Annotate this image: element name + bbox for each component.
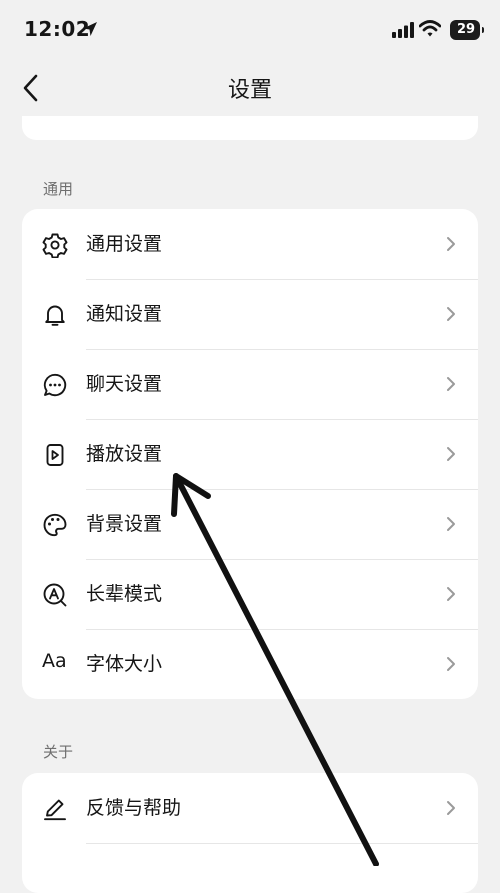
general-settings-card: 通用设置 通知设置 聊天设置 播放设置 背景设置 长辈模式 Aa 字体大小 xyxy=(22,209,478,699)
chevron-right-icon xyxy=(447,587,455,601)
chevron-right-icon xyxy=(447,377,455,391)
palette-icon xyxy=(43,513,67,537)
settings-item-elder-mode[interactable]: 长辈模式 xyxy=(22,559,478,629)
settings-item-label: 背景设置 xyxy=(86,513,163,535)
chevron-right-icon xyxy=(447,801,455,815)
bell-icon xyxy=(45,305,65,326)
settings-item-general[interactable]: 通用设置 xyxy=(22,209,478,279)
status-bar: 12:02 29 xyxy=(0,0,500,60)
settings-item-label: 长辈模式 xyxy=(86,583,163,605)
navigation-bar: 设置 xyxy=(0,60,500,116)
settings-item-label: 聊天设置 xyxy=(86,373,163,395)
previous-card-bottom xyxy=(22,116,478,140)
edit-pen-icon xyxy=(44,799,66,821)
settings-item-label: 通知设置 xyxy=(86,303,163,325)
elder-mode-icon xyxy=(43,583,67,607)
settings-item-label: 通用设置 xyxy=(86,233,163,255)
section-label-about: 关于 xyxy=(43,743,74,761)
chevron-right-icon xyxy=(447,307,455,321)
battery-level: 29 xyxy=(456,22,476,37)
chevron-right-icon xyxy=(447,447,455,461)
gear-icon xyxy=(42,233,68,258)
font-size-icon: Aa xyxy=(42,650,67,672)
chat-bubble-icon xyxy=(43,373,67,397)
settings-item-notifications[interactable]: 通知设置 xyxy=(22,279,478,349)
settings-item-playback[interactable]: 播放设置 xyxy=(22,419,478,489)
about-card: 反馈与帮助 xyxy=(22,773,478,893)
cellular-signal-icon xyxy=(392,22,414,38)
settings-item-font-size[interactable]: Aa 字体大小 xyxy=(22,629,478,699)
page-title: 设置 xyxy=(227,78,272,103)
settings-item-label: 反馈与帮助 xyxy=(86,797,182,819)
wifi-icon xyxy=(419,20,441,37)
settings-item-background[interactable]: 背景设置 xyxy=(22,489,478,559)
settings-item-chat[interactable]: 聊天设置 xyxy=(22,349,478,419)
settings-item-feedback[interactable]: 反馈与帮助 xyxy=(22,773,478,843)
chevron-right-icon xyxy=(447,517,455,531)
battery-icon: 29 xyxy=(450,20,484,40)
settings-item-partial[interactable] xyxy=(22,843,478,893)
section-label-general: 通用 xyxy=(43,180,74,198)
chevron-right-icon xyxy=(447,657,455,671)
settings-item-label: 字体大小 xyxy=(86,653,163,675)
settings-item-label: 播放设置 xyxy=(86,443,163,465)
status-time: 12:02 xyxy=(24,17,91,41)
chevron-right-icon xyxy=(447,237,455,251)
play-icon xyxy=(46,444,64,466)
location-arrow-icon xyxy=(83,22,97,36)
